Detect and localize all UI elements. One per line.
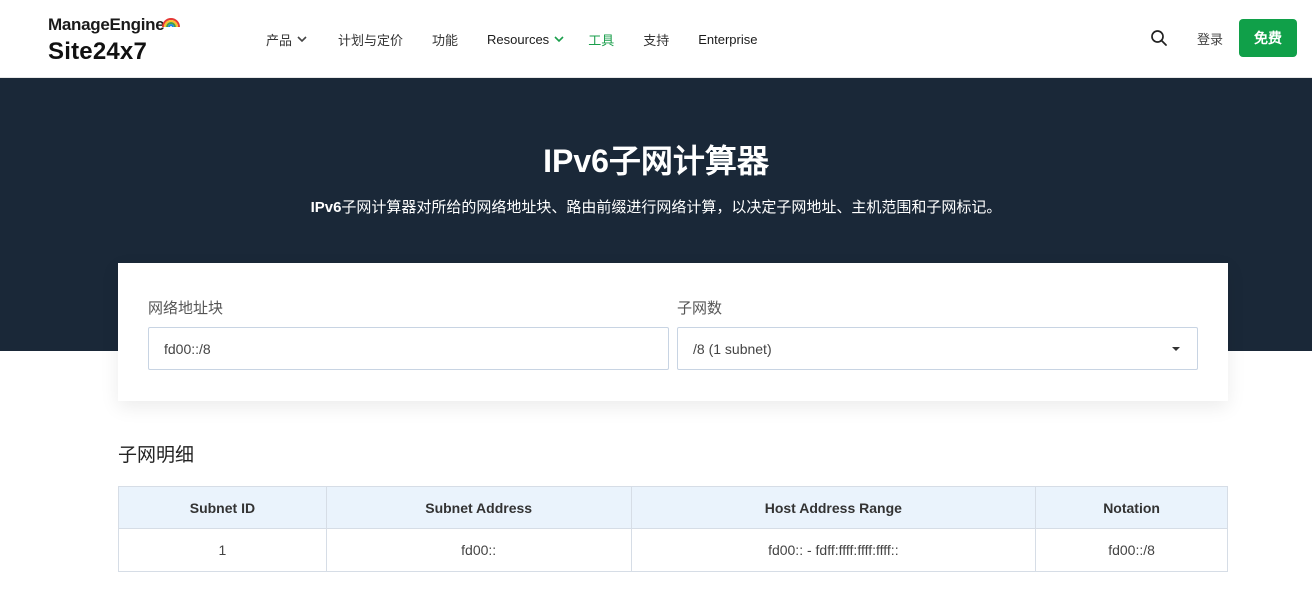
subnet-details-title: 子网明细 (118, 445, 195, 466)
nav-item-label: 功能 (432, 32, 459, 48)
network-block-label: 网络地址块 (148, 300, 224, 317)
description-bold: IPv6 (310, 199, 342, 216)
subnet-count-value: /8 (1 subnet) (693, 340, 772, 357)
logo-product-text: Site24x7 (48, 38, 148, 65)
top-navigation-bar: ManageEngine Site24x7 产品 计划与定价 功能 Resour… (0, 0, 1312, 78)
page-title: IPv6子网计算器 (543, 143, 769, 179)
logo-brand-text: ManageEngine (48, 15, 165, 34)
nav-item-label: Enterprise (698, 31, 758, 47)
cell-host-range: fd00:: - fdff:ffff:ffff:ffff:: (630, 528, 1037, 572)
search-icon[interactable] (1150, 29, 1168, 47)
cell-notation: fd00::/8 (1035, 528, 1228, 572)
calculator-form-card: 网络地址块 fd00::/8 子网数 /8 (1 subnet) (118, 263, 1228, 401)
nav-item-tools[interactable]: 工具 (588, 30, 614, 49)
site24x7-logo[interactable]: ManageEngine Site24x7 (48, 13, 188, 67)
nav-item-enterprise[interactable]: Enterprise (698, 32, 757, 47)
login-link[interactable]: 登录 (1197, 29, 1223, 48)
free-signup-button[interactable]: 免费 (1239, 19, 1297, 57)
network-block-input[interactable]: fd00::/8 (148, 327, 669, 370)
logo-arc-icon (162, 18, 180, 28)
column-header-subnet-address: Subnet Address (325, 486, 632, 529)
nav-item-resources[interactable]: Resources (487, 32, 566, 47)
cell-subnet-id: 1 (118, 528, 327, 572)
nav-item-label: 支持 (643, 32, 670, 48)
page-description: IPv6子网计算器对所给的网络地址块、路由前缀进行网络计算，以决定子网地址、主机… (0, 196, 1312, 217)
nav-item-features[interactable]: 功能 (432, 30, 458, 49)
column-header-subnet-id: Subnet ID (118, 486, 327, 529)
nav-item-products[interactable]: 产品 (266, 30, 309, 49)
table-row: 1 fd00:: fd00:: - fdff:ffff:ffff:ffff:: … (118, 528, 1228, 572)
nav-item-support[interactable]: 支持 (643, 30, 669, 49)
nav-item-pricing[interactable]: 计划与定价 (338, 30, 403, 49)
column-header-host-range: Host Address Range (630, 486, 1037, 529)
nav-item-label: 产品 (266, 32, 293, 48)
subnet-details-table: Subnet ID Subnet Address Host Address Ra… (118, 486, 1228, 572)
description-text: 子网计算器对所给的网络地址块、路由前缀进行网络计算，以决定子网地址、主机范围和子… (341, 199, 1002, 216)
main-nav: 产品 计划与定价 功能 Resources 工具 支持 Enterprise (266, 0, 786, 78)
cell-subnet-address: fd00:: (325, 528, 632, 572)
chevron-down-icon (554, 36, 564, 43)
table-header-row: Subnet ID Subnet Address Host Address Ra… (118, 486, 1228, 529)
nav-item-label: 计划与定价 (338, 32, 404, 48)
chevron-down-icon (297, 36, 307, 43)
network-block-value: fd00::/8 (164, 340, 211, 357)
column-header-notation: Notation (1035, 486, 1228, 529)
subnet-count-select[interactable]: /8 (1 subnet) (677, 327, 1198, 370)
caret-down-icon (1172, 347, 1180, 351)
subnet-count-label: 子网数 (677, 300, 723, 317)
nav-item-label: 工具 (588, 32, 615, 48)
nav-item-label: Resources (487, 31, 550, 47)
